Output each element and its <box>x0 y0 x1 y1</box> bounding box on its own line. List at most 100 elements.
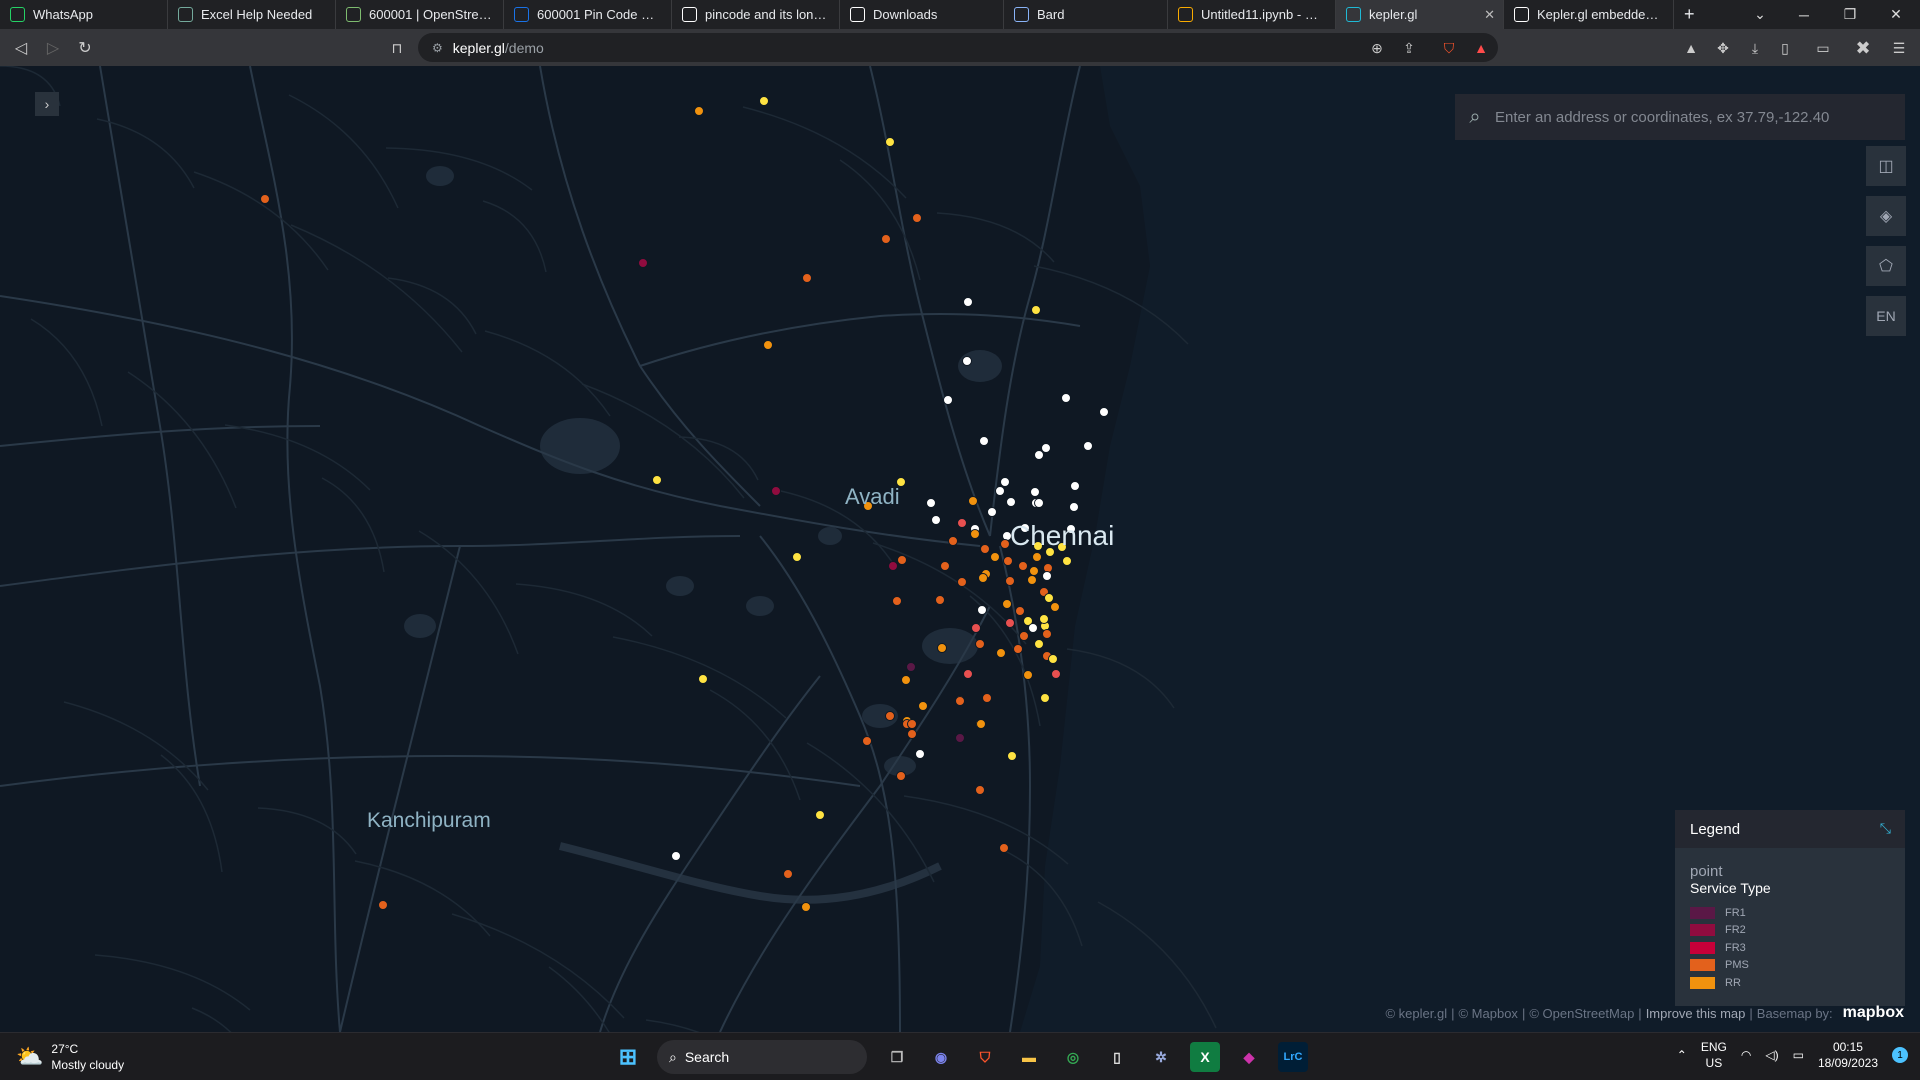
weather-widget[interactable]: ⛅ 27°C Mostly cloudy <box>16 1041 124 1073</box>
map-point[interactable] <box>1040 693 1050 703</box>
map-point[interactable] <box>885 711 895 721</box>
tab-excel-help-needed[interactable]: Excel Help Needed <box>168 0 336 29</box>
notepad-icon[interactable]: ▯ <box>1102 1042 1132 1072</box>
tab-whatsapp[interactable]: WhatsApp <box>0 0 168 29</box>
map-canvas[interactable]: Avadi Chennai Kanchipuram › ⌕ ◫ ◈ ⬠ EN L… <box>0 66 1920 1032</box>
mapbox-logo[interactable]: mapbox <box>1843 1004 1904 1022</box>
map-point[interactable] <box>652 475 662 485</box>
new-tab-button[interactable]: + <box>1674 0 1705 29</box>
downloads-icon[interactable]: ⤓ <box>1746 39 1764 57</box>
lightroom-classic-icon[interactable]: LrC <box>1278 1042 1308 1072</box>
map-point[interactable] <box>815 810 825 820</box>
map-point[interactable] <box>926 498 936 508</box>
tab-kepler-gl[interactable]: kepler.gl ✕ <box>1336 0 1504 29</box>
map-point[interactable] <box>1002 599 1012 609</box>
map-point[interactable] <box>963 297 973 307</box>
map-point[interactable] <box>1069 502 1079 512</box>
map-point[interactable] <box>1023 670 1033 680</box>
map-point[interactable] <box>1030 487 1040 497</box>
map-point[interactable] <box>1028 623 1038 633</box>
side-panel-toggle-button[interactable]: › <box>35 92 59 116</box>
reload-icon[interactable]: ↻ <box>74 37 96 59</box>
map-point[interactable] <box>671 851 681 861</box>
attribution-osm[interactable]: © OpenStreetMap <box>1529 1006 1634 1021</box>
attribution-mapbox[interactable]: © Mapbox <box>1458 1006 1517 1021</box>
map-point[interactable] <box>987 507 997 517</box>
map-point[interactable] <box>260 194 270 204</box>
map-point[interactable] <box>1034 639 1044 649</box>
map-point[interactable] <box>979 436 989 446</box>
map-point[interactable] <box>1044 593 1054 603</box>
map-point[interactable] <box>802 273 812 283</box>
map-point[interactable] <box>1015 606 1025 616</box>
address-bar[interactable]: ⚙ kepler.gl/demo <box>418 33 1498 62</box>
map-point[interactable] <box>1041 443 1051 453</box>
site-info-icon[interactable]: ⚙ <box>432 41 443 55</box>
teams-chat-icon[interactable]: ◉ <box>926 1042 956 1072</box>
map-point[interactable] <box>881 234 891 244</box>
minimize-button[interactable]: ─ <box>1781 0 1827 29</box>
map-point[interactable] <box>896 771 906 781</box>
map-point[interactable] <box>759 96 769 106</box>
map-point[interactable] <box>943 395 953 405</box>
restore-button[interactable]: ❐ <box>1827 0 1873 29</box>
brave-rewards-icon[interactable]: ▲ <box>1472 39 1490 57</box>
wallet-icon[interactable]: ▭ <box>1814 39 1832 57</box>
improve-map-link[interactable]: Improve this map <box>1646 1006 1746 1021</box>
map-point[interactable] <box>1034 450 1044 460</box>
map-point[interactable] <box>940 561 950 571</box>
map-point[interactable] <box>1032 552 1042 562</box>
geocoder-input[interactable] <box>1495 108 1895 126</box>
map-point[interactable] <box>698 674 708 684</box>
brave-browser-icon[interactable]: ⛉ <box>970 1042 1000 1072</box>
tab-kepler-gl-embedded-map[interactable]: Kepler.gl embedded map <box>1504 0 1674 29</box>
map-point[interactable] <box>638 258 648 268</box>
map-point[interactable] <box>978 573 988 583</box>
map-point[interactable] <box>1062 556 1072 566</box>
draw-polygon-button[interactable]: ⬠ <box>1866 246 1906 286</box>
tab-pincode-and-its-longitude[interactable]: pincode and its longitude <box>672 0 840 29</box>
map-point[interactable] <box>980 544 990 554</box>
close-window-button[interactable]: ✕ <box>1873 0 1919 29</box>
map-point[interactable] <box>1039 614 1049 624</box>
show-hidden-icons-chevron-icon[interactable]: ⌃ <box>1677 1048 1687 1062</box>
map-point[interactable] <box>892 596 902 606</box>
puzzle-icon[interactable]: ✥ <box>1714 39 1732 57</box>
snipping-tool-icon[interactable]: ✲ <box>1146 1042 1176 1072</box>
map-point[interactable] <box>792 552 802 562</box>
notification-badge[interactable]: 1 <box>1892 1047 1908 1063</box>
map-point[interactable] <box>885 137 895 147</box>
file-explorer-icon[interactable]: ▬ <box>1014 1042 1044 1072</box>
map-point[interactable] <box>955 696 965 706</box>
map-point[interactable] <box>1034 498 1044 508</box>
map-point[interactable] <box>1070 481 1080 491</box>
map-point[interactable] <box>888 561 898 571</box>
brave-shields-icon[interactable]: ⛉ <box>1440 39 1458 57</box>
map-point[interactable] <box>912 213 922 223</box>
tab-bard[interactable]: Bard <box>1004 0 1168 29</box>
zoom-icon[interactable]: ⊕ <box>1368 39 1386 57</box>
map-point[interactable] <box>1042 629 1052 639</box>
map-point[interactable] <box>931 515 941 525</box>
share-icon[interactable]: ⇪ <box>1400 39 1418 57</box>
map-point[interactable] <box>1000 539 1010 549</box>
task-view-icon[interactable]: ❐ <box>882 1042 912 1072</box>
volume-icon[interactable]: ◁) <box>1765 1048 1778 1062</box>
map-point[interactable] <box>1051 669 1061 679</box>
3d-map-button[interactable]: ◈ <box>1866 196 1906 236</box>
map-point[interactable] <box>1005 618 1015 628</box>
map-point[interactable] <box>694 106 704 116</box>
forward-icon[interactable]: ▷ <box>42 37 64 59</box>
chrome-icon[interactable]: ◎ <box>1058 1042 1088 1072</box>
menu-icon[interactable]: ☰ <box>1890 39 1908 57</box>
map-point[interactable] <box>957 518 967 528</box>
map-point[interactable] <box>976 719 986 729</box>
map-point[interactable] <box>948 536 958 546</box>
map-point[interactable] <box>937 643 947 653</box>
map-point[interactable] <box>771 486 781 496</box>
map-point[interactable] <box>907 729 917 739</box>
map-point[interactable] <box>977 605 987 615</box>
sidebar-icon[interactable]: ▯ <box>1776 39 1794 57</box>
leo-ai-icon[interactable]: ✖ <box>1854 38 1872 58</box>
map-point[interactable] <box>1031 305 1041 315</box>
